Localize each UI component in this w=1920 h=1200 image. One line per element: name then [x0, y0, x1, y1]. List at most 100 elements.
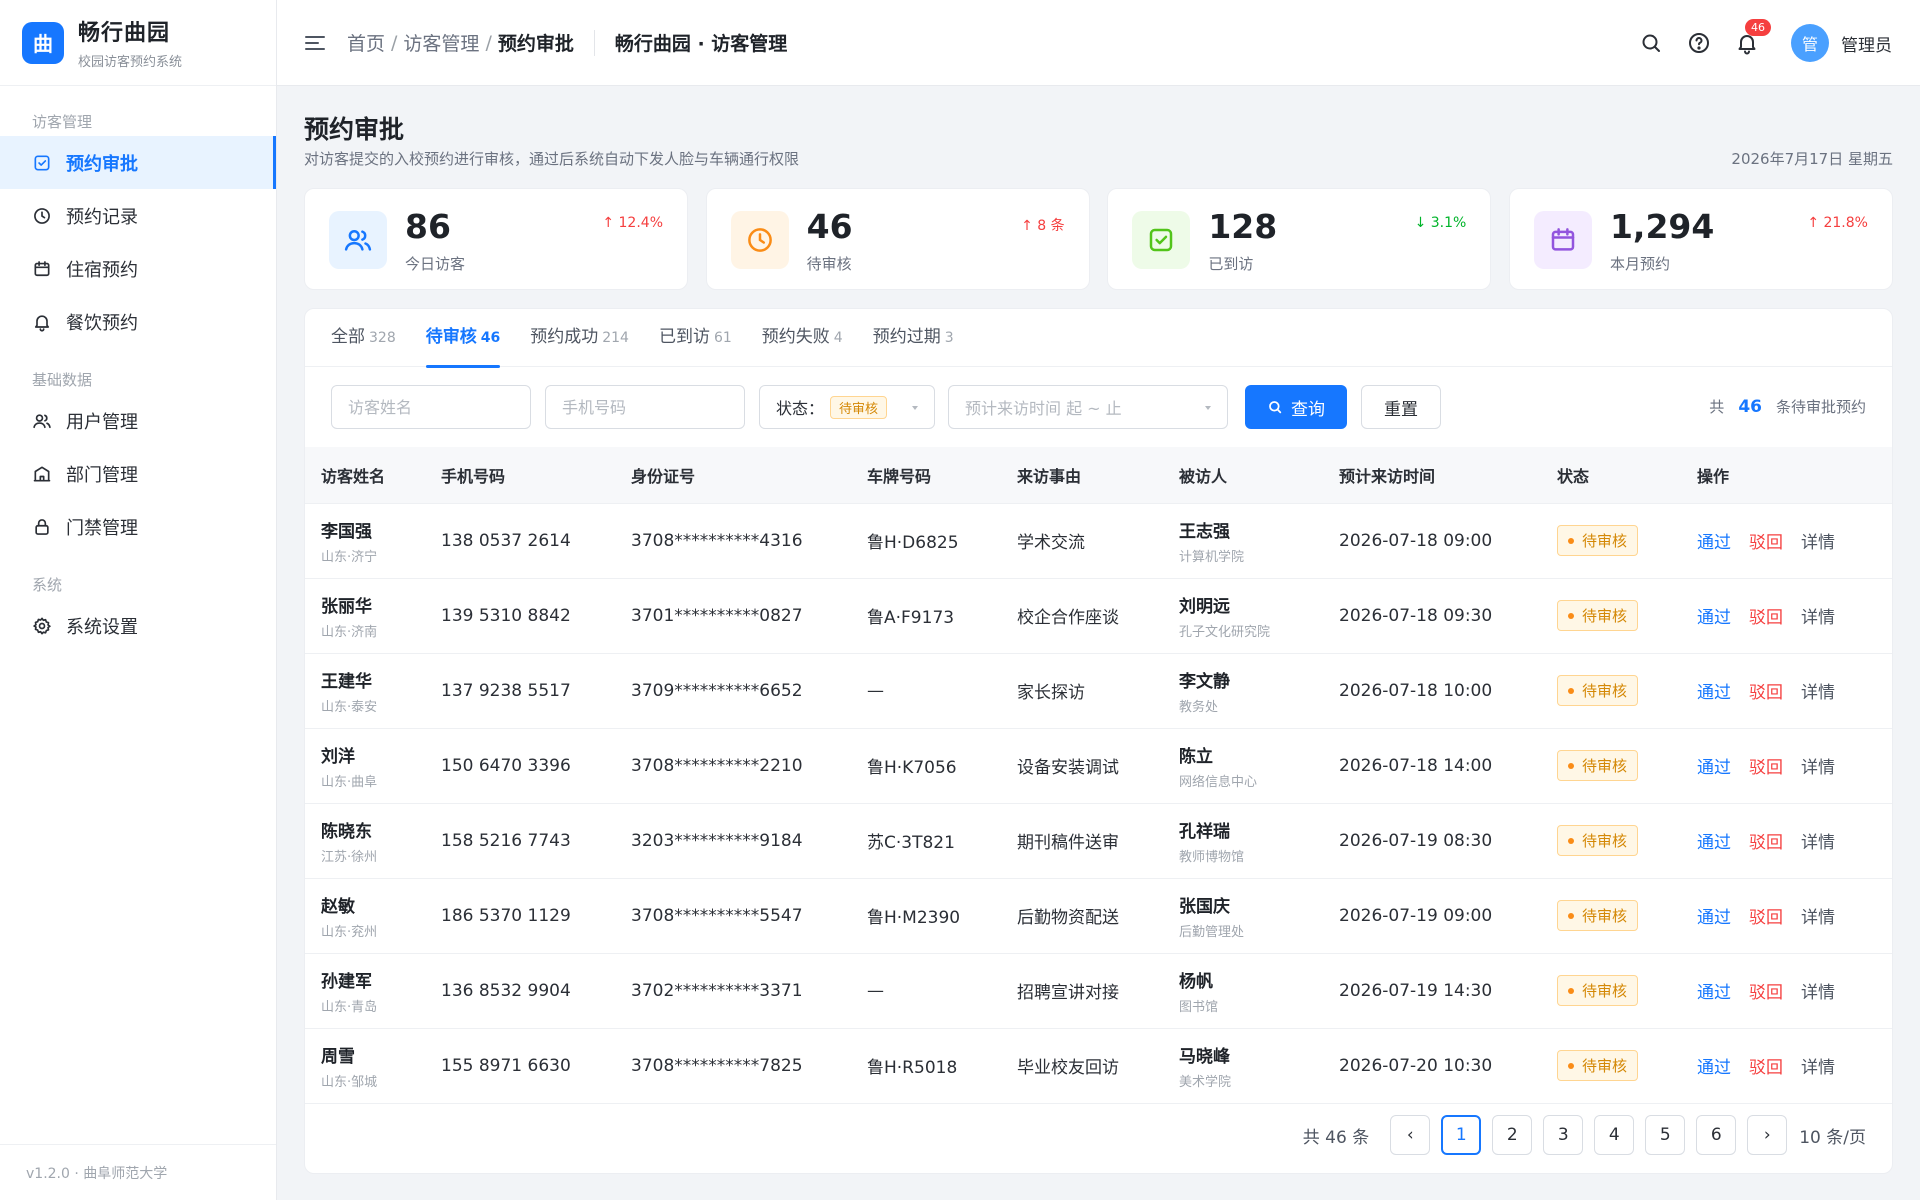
tab-预约成功[interactable]: 预约成功 214: [530, 309, 629, 367]
status-badge: 待审核: [1557, 1050, 1639, 1081]
tab-全部[interactable]: 全部 328: [331, 309, 396, 367]
filter-bar: 状态： 待审核 预计来访时间 起 ~ 止 查询 重置 共 46 条待审批预约: [331, 385, 1866, 429]
detail-link[interactable]: 详情: [1801, 758, 1835, 778]
approve-link[interactable]: 通过: [1697, 758, 1731, 778]
approve-link[interactable]: 通过: [1697, 608, 1731, 628]
visitor-cell: 赵敏 山东·兖州: [305, 878, 425, 954]
approve-link[interactable]: 通过: [1697, 983, 1731, 1003]
sidebar-item-预约记录[interactable]: 预约记录: [0, 189, 276, 242]
phone-input[interactable]: [545, 385, 745, 429]
reason-cell: 设备安装调试: [1001, 728, 1163, 804]
table-row[interactable]: 周雪 山东·邹城 155 8971 6630 3708**********7825 鲁H…: [305, 1028, 1892, 1104]
tab-已到访[interactable]: 已到访 61: [659, 309, 732, 367]
status-badge: 待审核: [1557, 825, 1639, 856]
visitor-cell: 孙建军 山东·青岛: [305, 953, 425, 1029]
status-badge: 待审核: [1557, 525, 1639, 556]
search-icon[interactable]: [1639, 31, 1663, 55]
status-select[interactable]: 状态： 待审核: [759, 385, 935, 429]
reset-button[interactable]: 重置: [1361, 385, 1441, 429]
reject-link[interactable]: 驳回: [1749, 1058, 1783, 1078]
sidebar-item-住宿预约[interactable]: 住宿预约: [0, 242, 276, 295]
notification-bell-icon[interactable]: 46: [1735, 19, 1771, 55]
sidebar-item-门禁管理[interactable]: 门禁管理: [0, 500, 276, 553]
prev-page-button[interactable]: ‹: [1390, 1115, 1431, 1155]
reason-cell: 校企合作座谈: [1001, 578, 1163, 654]
detail-link[interactable]: 详情: [1801, 608, 1835, 628]
page-6-button[interactable]: 6: [1696, 1115, 1737, 1155]
sidebar-item-部门管理[interactable]: 部门管理: [0, 447, 276, 500]
help-icon[interactable]: [1687, 31, 1711, 55]
visitor-origin: 山东·泰安: [321, 699, 378, 715]
visitor-origin: 江苏·徐州: [321, 849, 378, 865]
reject-link[interactable]: 驳回: [1749, 833, 1783, 853]
total-suffix: 条待审批预约: [1775, 398, 1866, 416]
table-row[interactable]: 刘洋 山东·曲阜 150 6470 3396 3708**********2210 鲁H…: [305, 728, 1892, 804]
reject-link[interactable]: 驳回: [1749, 983, 1783, 1003]
stats-row: 86 今日访客 ↑ 12.4% 46 待审核 ↑ 8 条 128 已到访 ↓ 3.1% 1,294…: [304, 188, 1893, 290]
nav-group-label: 系统: [32, 576, 63, 594]
sidebar-item-系统设置[interactable]: 系统设置: [0, 599, 276, 652]
breadcrumb-home[interactable]: 首页: [347, 29, 385, 56]
user-name[interactable]: 管理员: [1841, 31, 1892, 56]
visit-date-range[interactable]: 预计来访时间 起 ~ 止: [948, 385, 1228, 429]
detail-link[interactable]: 详情: [1801, 1058, 1835, 1078]
next-page-button[interactable]: ›: [1747, 1115, 1788, 1155]
approve-link[interactable]: 通过: [1697, 1058, 1731, 1078]
search-button[interactable]: 查询: [1245, 385, 1347, 429]
notification-badge: 46: [1745, 19, 1771, 36]
tab-label: 全部: [331, 327, 365, 347]
stat-card: 1,294 本月预约 ↑ 21.8%: [1508, 188, 1893, 290]
id-number-cell: 3709**********6652: [615, 653, 851, 729]
plate-cell: 鲁H·D6825: [851, 503, 1001, 579]
reject-link[interactable]: 驳回: [1749, 908, 1783, 928]
detail-link[interactable]: 详情: [1801, 533, 1835, 553]
host-cell: 陈立 网络信息中心: [1163, 728, 1323, 804]
actions-cell: 通过 驳回 详情: [1681, 503, 1892, 579]
table-row[interactable]: 陈晓东 江苏·徐州 158 5216 7743 3203**********9184 苏…: [305, 803, 1892, 879]
detail-link[interactable]: 详情: [1801, 683, 1835, 703]
page-5-button[interactable]: 5: [1645, 1115, 1686, 1155]
approve-link[interactable]: 通过: [1697, 833, 1731, 853]
stat-label: 本月预约: [1609, 255, 1670, 273]
tab-count: 4: [833, 330, 843, 346]
tab-预约失败[interactable]: 预约失败 4: [762, 309, 843, 367]
sidebar-item-预约审批[interactable]: 预约审批: [0, 136, 276, 189]
tab-预约过期[interactable]: 预约过期 3: [873, 309, 954, 367]
visitor-name-input[interactable]: [331, 385, 531, 429]
breadcrumb-visitor[interactable]: 访客管理: [403, 29, 479, 56]
table-row[interactable]: 李国强 山东·济宁 138 0537 2614 3708**********4316 鲁…: [305, 503, 1892, 579]
reason-cell: 家长探访: [1001, 653, 1163, 729]
detail-link[interactable]: 详情: [1801, 833, 1835, 853]
stat-trend: ↓ 3.1%: [1414, 215, 1467, 231]
reject-link[interactable]: 驳回: [1749, 533, 1783, 553]
page-2-button[interactable]: 2: [1492, 1115, 1533, 1155]
reject-link[interactable]: 驳回: [1749, 608, 1783, 628]
visit-time-cell: 2026-07-18 10:00: [1323, 653, 1541, 729]
detail-link[interactable]: 详情: [1801, 983, 1835, 1003]
table-row[interactable]: 孙建军 山东·青岛 136 8532 9904 3702**********3371—…: [305, 953, 1892, 1029]
sidebar-item-餐饮预约[interactable]: 餐饮预约: [0, 295, 276, 348]
chevron-down-icon: [1205, 406, 1211, 410]
sidebar-item-用户管理[interactable]: 用户管理: [0, 394, 276, 447]
tab-待审核[interactable]: 待审核 46: [425, 309, 501, 368]
table-row[interactable]: 王建华 山东·泰安 137 9238 5517 3709**********6652—…: [305, 653, 1892, 729]
approve-link[interactable]: 通过: [1697, 533, 1731, 553]
page-1-button[interactable]: 1: [1441, 1115, 1482, 1155]
table-row[interactable]: 赵敏 山东·兖州 186 5370 1129 3708**********5547 鲁H…: [305, 878, 1892, 954]
column-header: 身份证号: [615, 447, 851, 504]
reject-link[interactable]: 驳回: [1749, 758, 1783, 778]
total-count: 46: [1738, 397, 1762, 417]
table-row[interactable]: 张丽华 山东·济南 139 5310 8842 3701**********0827 鲁…: [305, 578, 1892, 654]
page-4-button[interactable]: 4: [1594, 1115, 1635, 1155]
approve-link[interactable]: 通过: [1697, 908, 1731, 928]
approve-link[interactable]: 通过: [1697, 683, 1731, 703]
detail-link[interactable]: 详情: [1801, 908, 1835, 928]
page-3-button[interactable]: 3: [1543, 1115, 1584, 1155]
avatar[interactable]: 管: [1791, 24, 1829, 62]
host-cell: 张国庆 后勤管理处: [1163, 878, 1323, 954]
menu-toggle-icon[interactable]: [303, 31, 327, 55]
page-size-select[interactable]: 10 条/页: [1799, 1123, 1866, 1148]
visitor-origin: 山东·青岛: [321, 999, 378, 1015]
reason-cell: 学术交流: [1001, 503, 1163, 579]
reject-link[interactable]: 驳回: [1749, 683, 1783, 703]
